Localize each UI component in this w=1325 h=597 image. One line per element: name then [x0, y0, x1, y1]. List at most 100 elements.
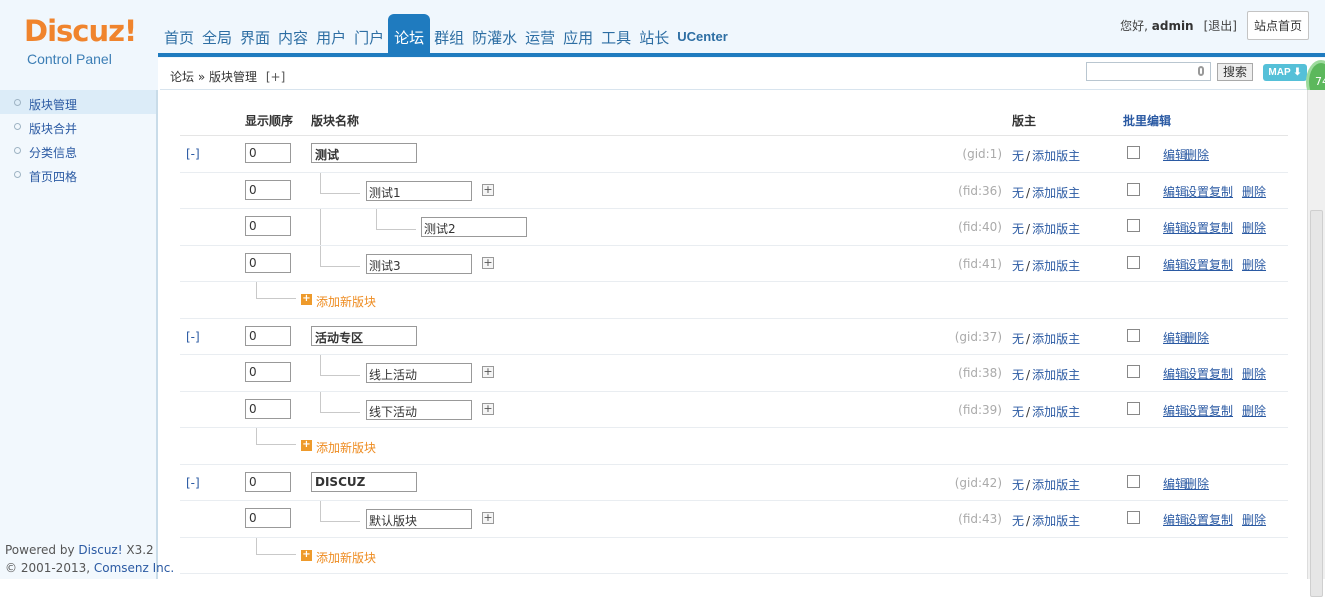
search-input[interactable]	[1086, 62, 1211, 81]
copy-settings-link[interactable]: 设置复制	[1185, 365, 1233, 382]
add-moderator-link[interactable]: 添加版主	[1032, 259, 1080, 273]
copy-settings-link[interactable]: 设置复制	[1185, 511, 1233, 528]
add-moderator-link[interactable]: 添加版主	[1032, 405, 1080, 419]
no-moderator-link[interactable]: 无	[1012, 368, 1024, 382]
breadcrumb-section[interactable]: 论坛	[170, 70, 194, 84]
order-input[interactable]: 0	[245, 471, 291, 492]
logo[interactable]: Discuz! Control Panel	[0, 0, 158, 90]
copy-settings-link[interactable]: 设置复制	[1185, 402, 1233, 419]
add-subforum-button[interactable]: +	[482, 183, 494, 196]
add-forum-link[interactable]: 添加新版块	[316, 549, 376, 566]
add-forum-link[interactable]: 添加新版块	[316, 293, 376, 310]
add-subforum-button[interactable]: +	[482, 512, 494, 524]
add-forum-icon[interactable]: +	[301, 549, 312, 561]
nav-item-7[interactable]: 群组	[430, 14, 468, 54]
add-moderator-link[interactable]: 添加版主	[1032, 222, 1080, 236]
no-moderator-link[interactable]: 无	[1012, 186, 1024, 200]
add-moderator-link[interactable]: 添加版主	[1032, 149, 1080, 163]
order-input[interactable]: 0	[245, 179, 291, 200]
nav-item-9[interactable]: 运营	[521, 14, 559, 54]
add-forum-icon[interactable]: +	[301, 294, 312, 305]
scrollbar[interactable]	[1307, 90, 1325, 597]
sidebar-item-0[interactable]: 版块管理	[0, 90, 156, 114]
forum-name-input[interactable]: 测试3	[366, 253, 472, 274]
delete-link[interactable]: 删除	[1242, 365, 1266, 382]
no-moderator-link[interactable]: 无	[1012, 332, 1024, 346]
subforum-name-input[interactable]: 测试2	[421, 217, 527, 237]
order-input[interactable]: 0	[245, 398, 291, 419]
nav-item-4[interactable]: 用户	[312, 14, 350, 54]
add-forum-link[interactable]: 添加新版块	[316, 439, 376, 456]
scrollbar-thumb[interactable]	[1310, 210, 1323, 597]
add-subforum-button[interactable]: +	[482, 402, 494, 415]
edit-link[interactable]: 编辑	[1163, 183, 1187, 200]
logout-link[interactable]: [退出]	[1204, 17, 1237, 34]
batch-checkbox[interactable]	[1127, 146, 1140, 159]
no-moderator-link[interactable]: 无	[1012, 514, 1024, 528]
nav-item-13[interactable]: UCenter	[673, 14, 732, 54]
batch-checkbox[interactable]	[1127, 219, 1140, 232]
edit-link[interactable]: 编辑	[1163, 256, 1187, 273]
group-name-input[interactable]: 活动专区	[311, 325, 417, 346]
forum-name-input[interactable]: 线下活动	[366, 399, 472, 420]
batch-checkbox[interactable]	[1127, 401, 1140, 415]
nav-item-1[interactable]: 全局	[198, 14, 236, 54]
add-moderator-link[interactable]: 添加版主	[1032, 478, 1080, 492]
no-moderator-link[interactable]: 无	[1012, 222, 1024, 236]
collapse-toggle[interactable]: [-]	[186, 476, 200, 490]
no-moderator-link[interactable]: 无	[1012, 405, 1024, 419]
collapse-toggle[interactable]: [-]	[186, 330, 200, 344]
no-moderator-link[interactable]: 无	[1012, 149, 1024, 163]
add-subforum-button[interactable]: +	[482, 366, 494, 378]
sidebar-item-1[interactable]: 版块合并	[0, 114, 156, 138]
order-input[interactable]: 0	[245, 362, 291, 382]
batch-checkbox[interactable]	[1127, 511, 1140, 524]
add-moderator-link[interactable]: 添加版主	[1032, 332, 1080, 346]
copy-settings-link[interactable]: 设置复制	[1185, 219, 1233, 236]
nav-item-10[interactable]: 应用	[559, 14, 597, 54]
map-button[interactable]: MAP ⬇	[1263, 64, 1307, 81]
batch-checkbox[interactable]	[1127, 255, 1140, 269]
delete-link[interactable]: 删除	[1242, 402, 1266, 419]
nav-item-2[interactable]: 界面	[236, 14, 274, 54]
add-moderator-link[interactable]: 添加版主	[1032, 186, 1080, 200]
delete-link[interactable]: 删除	[1185, 329, 1209, 346]
batch-checkbox[interactable]	[1127, 474, 1140, 488]
nav-item-11[interactable]: 工具	[597, 14, 635, 54]
delete-link[interactable]: 删除	[1242, 183, 1266, 200]
breadcrumb-expand[interactable]: [+]	[266, 70, 285, 84]
delete-link[interactable]: 删除	[1242, 256, 1266, 273]
delete-link[interactable]: 删除	[1242, 511, 1266, 528]
add-moderator-link[interactable]: 添加版主	[1032, 514, 1080, 528]
nav-item-5[interactable]: 门户	[350, 14, 388, 54]
forum-name-input[interactable]: 默认版块	[366, 509, 472, 529]
sidebar-item-3[interactable]: 首页四格	[0, 162, 156, 186]
order-input[interactable]: 0	[245, 143, 291, 163]
group-name-input[interactable]: 测试	[311, 143, 417, 163]
nav-item-3[interactable]: 内容	[274, 14, 312, 54]
edit-link[interactable]: 编辑	[1163, 511, 1187, 528]
order-input[interactable]: 0	[245, 216, 291, 236]
batch-checkbox[interactable]	[1127, 182, 1140, 196]
add-forum-icon[interactable]: +	[301, 440, 312, 451]
forum-name-input[interactable]: 线上活动	[366, 363, 472, 383]
edit-link[interactable]: 编辑	[1163, 219, 1187, 236]
add-moderator-link[interactable]: 添加版主	[1032, 368, 1080, 382]
search-button[interactable]: 搜索	[1217, 63, 1253, 81]
delete-link[interactable]: 删除	[1242, 219, 1266, 236]
edit-link[interactable]: 编辑	[1163, 475, 1187, 492]
order-input[interactable]: 0	[245, 252, 291, 273]
sidebar-item-2[interactable]: 分类信息	[0, 138, 156, 162]
edit-link[interactable]: 编辑	[1163, 365, 1187, 382]
add-subforum-button[interactable]: +	[482, 256, 494, 269]
edit-link[interactable]: 编辑	[1163, 329, 1187, 346]
edit-link[interactable]: 编辑	[1163, 146, 1187, 163]
nav-item-8[interactable]: 防灌水	[468, 14, 521, 54]
product-link[interactable]: Discuz!	[78, 543, 122, 557]
batch-checkbox[interactable]	[1127, 328, 1140, 342]
collapse-toggle[interactable]: [-]	[186, 147, 200, 161]
group-name-input[interactable]: DISCUZ	[311, 471, 417, 492]
batch-checkbox[interactable]	[1127, 365, 1140, 378]
copy-settings-link[interactable]: 设置复制	[1185, 183, 1233, 200]
order-input[interactable]: 0	[245, 508, 291, 528]
